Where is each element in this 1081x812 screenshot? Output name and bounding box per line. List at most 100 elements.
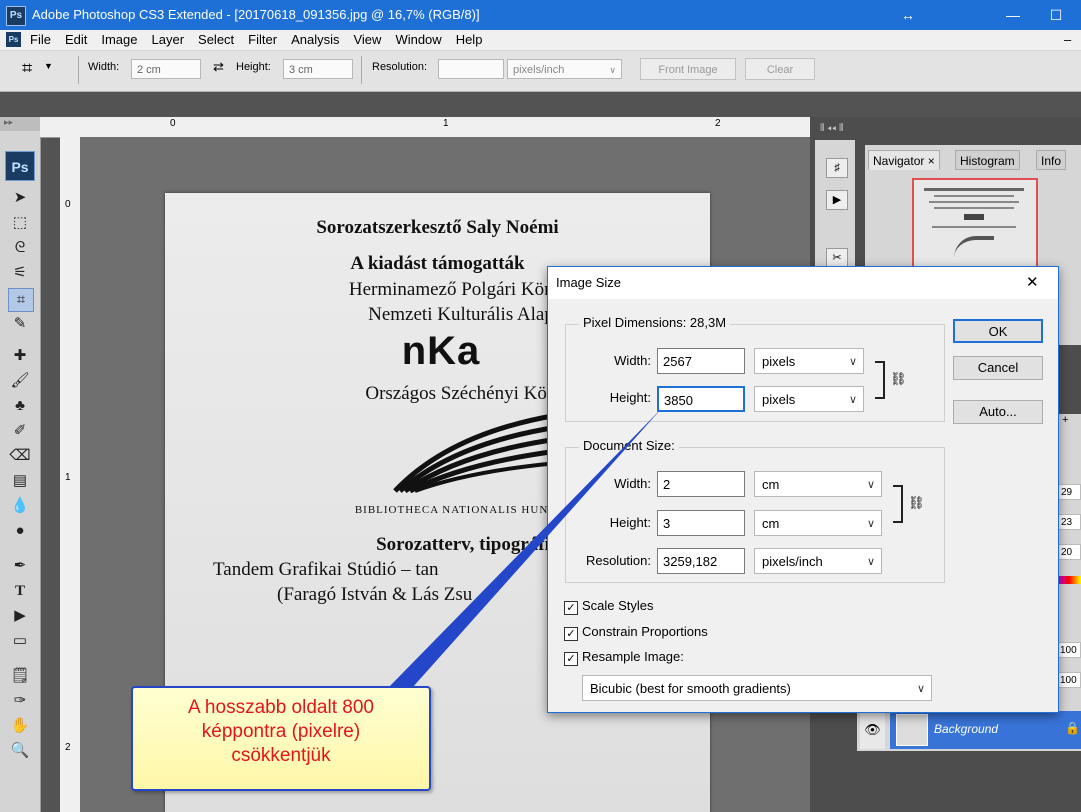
crop-tool-icon[interactable]: ⌗ [22,58,32,79]
gradient-tool-icon[interactable]: ▤ [8,470,32,492]
window-title: Adobe Photoshop CS3 Extended - [20170618… [32,7,480,22]
dock-collapse-icon[interactable]: ⦀ ◂◂ ⦀ [820,123,843,134]
doc-width-input[interactable]: 2 [657,471,745,497]
marquee-tool-icon[interactable]: ⬚ [8,212,32,234]
options-resolution-unit-select[interactable]: pixels/inch ∨ [507,59,622,79]
close-icon[interactable]: ✕ [1026,273,1039,291]
restore-arrows-icon[interactable]: ↔ [888,4,928,26]
chevron-down-icon: ∨ [848,356,857,368]
eraser-tool-icon[interactable]: ⌫ [8,445,32,467]
layer-name: Background [934,722,999,736]
photoshop-app-icon: Ps [6,6,26,26]
menu-view[interactable]: View [353,32,381,47]
zoom-tool-icon[interactable]: 🔍 [8,740,32,762]
color-spectrum[interactable] [1057,576,1081,584]
eye-icon[interactable]: 👁 [860,711,885,749]
clone-stamp-tool-icon[interactable]: ♣ [8,395,32,417]
lasso-tool-icon[interactable]: ᘓ [8,237,32,259]
brush-tool-icon[interactable]: 🖌 [8,370,32,392]
pixel-height-input[interactable]: 3850 [657,386,745,412]
checkbox-checked-icon: ✓ [564,601,578,615]
tab-info[interactable]: Info [1036,150,1067,170]
ok-button[interactable]: OK [953,319,1043,343]
fill-value[interactable]: 100 [1057,672,1081,688]
menu-layer[interactable]: Layer [152,32,185,47]
pixel-height-label: Height: [609,390,651,405]
shape-tool-icon[interactable]: ▭ [8,630,32,652]
menu-edit[interactable]: Edit [65,32,87,47]
layer-row-background[interactable]: Background 🔒 [890,711,1081,749]
doc-height-input[interactable]: 3 [657,510,745,536]
healing-brush-tool-icon[interactable]: ✚ [8,345,32,367]
menu-file[interactable]: File [30,32,51,47]
callout-line-2: képpontra (pixelre) [201,721,361,742]
scale-styles-checkbox[interactable]: ✓ Scale Styles [564,598,654,615]
history-panel-icon[interactable]: ♯ [826,158,848,178]
maximize-button[interactable]: ☐ [1036,4,1076,26]
document-menu-icon[interactable]: Ps [6,32,21,47]
cancel-button[interactable]: Cancel [953,356,1043,380]
opacity-value[interactable]: 100 [1057,642,1081,658]
resample-method-select[interactable]: Bicubic (best for smooth gradients) ∨ [582,675,932,701]
path-selection-tool-icon[interactable]: ▶ [8,605,32,627]
tool-preset-chevron-icon[interactable]: ▼ [44,61,53,71]
doc-width-unit-select[interactable]: cm ∨ [754,471,882,497]
checkbox-checked-icon: ✓ [564,627,578,641]
panel-value[interactable]: 29 [1057,484,1081,500]
menu-window[interactable]: Window [395,32,441,47]
dodge-tool-icon[interactable]: ● [8,520,32,542]
resolution-input[interactable]: 3259,182 [657,548,745,574]
ruler-tick-label: 0 [170,118,176,129]
swap-dimensions-icon[interactable]: ⇄ [213,59,224,75]
auto-button[interactable]: Auto... [953,400,1043,424]
magic-wand-tool-icon[interactable]: ⚟ [8,262,32,284]
notes-tool-icon[interactable]: 🗒 [8,665,32,687]
thumb-text-line [934,195,1014,197]
hand-tool-icon[interactable]: ✋ [8,715,32,737]
minimize-button[interactable]: — [993,4,1033,26]
doc-line-editor: Sorozatszerkesztő Saly Noémi [316,217,559,238]
panel-value[interactable]: 20 [1057,544,1081,560]
options-width-field[interactable]: 2 cm [131,59,201,79]
options-height-field[interactable]: 3 cm [283,59,353,79]
ruler-tick-label: 2 [715,118,721,129]
resample-image-label: Resample Image: [582,649,684,664]
slice-tool-icon[interactable]: ✎ [8,313,32,335]
constrain-proportions-label: Constrain Proportions [582,624,708,639]
chain-link-icon: ⛓ [890,371,907,386]
doc-width-label: Width: [614,476,651,491]
pen-tool-icon[interactable]: ✒ [8,555,32,577]
resample-method-value: Bicubic (best for smooth gradients) [590,681,791,696]
options-resolution-field[interactable] [438,59,504,79]
tab-navigator[interactable]: Navigator × [868,150,940,170]
constrain-proportions-checkbox[interactable]: ✓ Constrain Proportions [564,624,708,641]
nka-logo: nKa [401,329,481,373]
pixel-width-unit-select[interactable]: pixels ∨ [754,348,864,374]
resample-image-checkbox[interactable]: ✓ Resample Image: [564,649,684,666]
menu-help[interactable]: Help [456,32,483,47]
blur-tool-icon[interactable]: 💧 [8,495,32,517]
pixel-height-unit-select[interactable]: pixels ∨ [754,386,864,412]
panel-value[interactable]: 23 [1057,514,1081,530]
menu-filter[interactable]: Filter [248,32,277,47]
type-tool-icon[interactable]: T [8,580,32,602]
crop-tool-icon[interactable]: ⌗ [8,288,34,312]
eyedropper-tool-icon[interactable]: ✑ [8,690,32,712]
pixel-width-input[interactable]: 2567 [657,348,745,374]
resolution-unit-select[interactable]: pixels/inch ∨ [754,548,882,574]
clear-button[interactable]: Clear [745,58,815,80]
actions-panel-icon[interactable]: ▶ [826,190,848,210]
menu-analysis[interactable]: Analysis [291,32,339,47]
tab-histogram[interactable]: Histogram [955,150,1020,170]
front-image-button[interactable]: Front Image [640,58,736,80]
panel-add-icon[interactable]: + [1062,414,1068,426]
move-tool-icon[interactable]: ➤ [8,187,32,209]
toolbox-collapse-icon[interactable]: ▸▸ [0,117,40,131]
menu-image[interactable]: Image [101,32,137,47]
doc-height-unit-select[interactable]: cm ∨ [754,510,882,536]
checkbox-checked-icon: ✓ [564,652,578,666]
doc-minimize-icon[interactable]: – [1064,32,1071,47]
menu-select[interactable]: Select [198,32,234,47]
tool-presets-panel-icon[interactable]: ✂ [826,248,848,268]
history-brush-tool-icon[interactable]: ✐ [8,420,32,442]
